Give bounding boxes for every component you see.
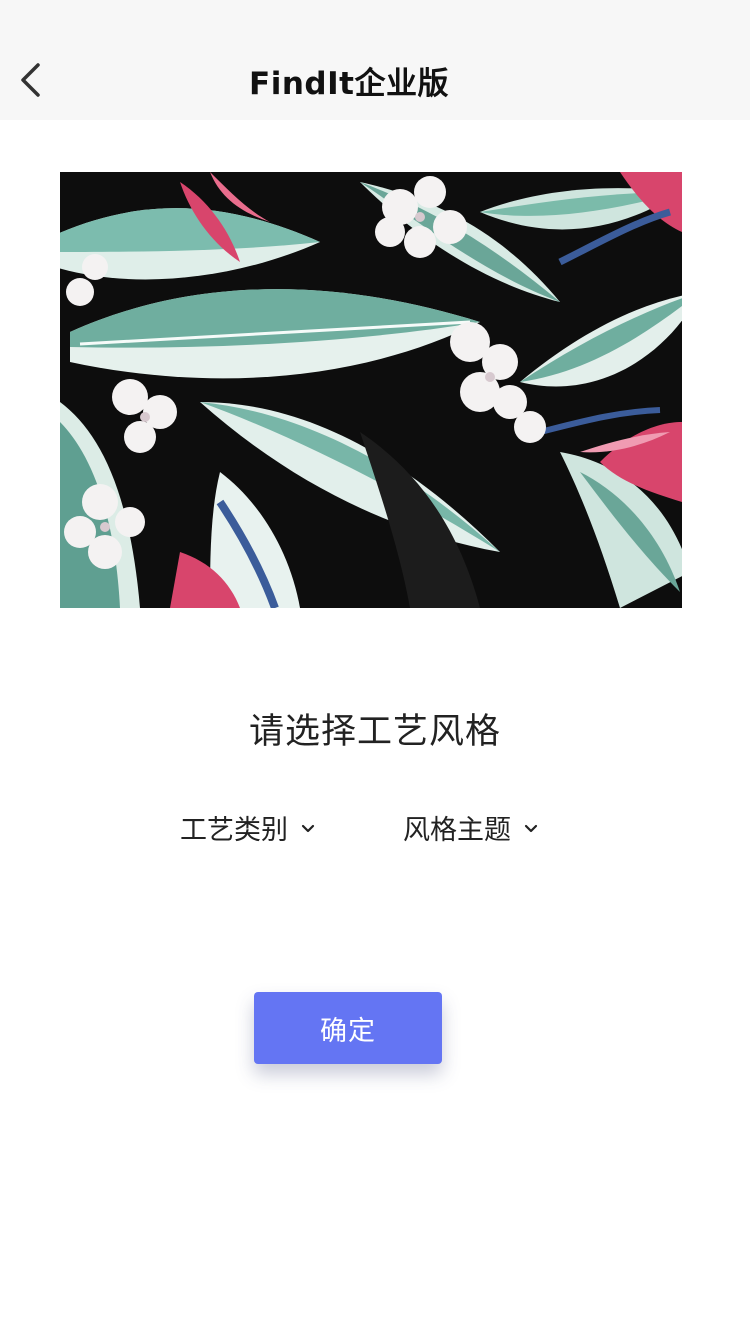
craft-category-dropdown[interactable]: 工艺类别: [180, 808, 316, 847]
craft-category-label: 工艺类别: [180, 815, 288, 846]
page-title: FindIt企业版: [249, 66, 449, 102]
chevron-down-icon: [300, 823, 316, 835]
chevron-down-icon: [523, 823, 539, 835]
page: FindIt企业版 请选择工艺风格 工艺类别 风格主题 确定: [0, 0, 750, 1334]
confirm-button[interactable]: 确定: [254, 992, 442, 1064]
pattern-image: [60, 172, 682, 608]
floral-pattern-image: [60, 172, 682, 608]
style-theme-dropdown[interactable]: 风格主题: [403, 808, 539, 847]
nav-header: FindIt企业版: [0, 0, 750, 120]
style-theme-label: 风格主题: [403, 815, 511, 846]
style-prompt: 请选择工艺风格: [248, 712, 501, 752]
